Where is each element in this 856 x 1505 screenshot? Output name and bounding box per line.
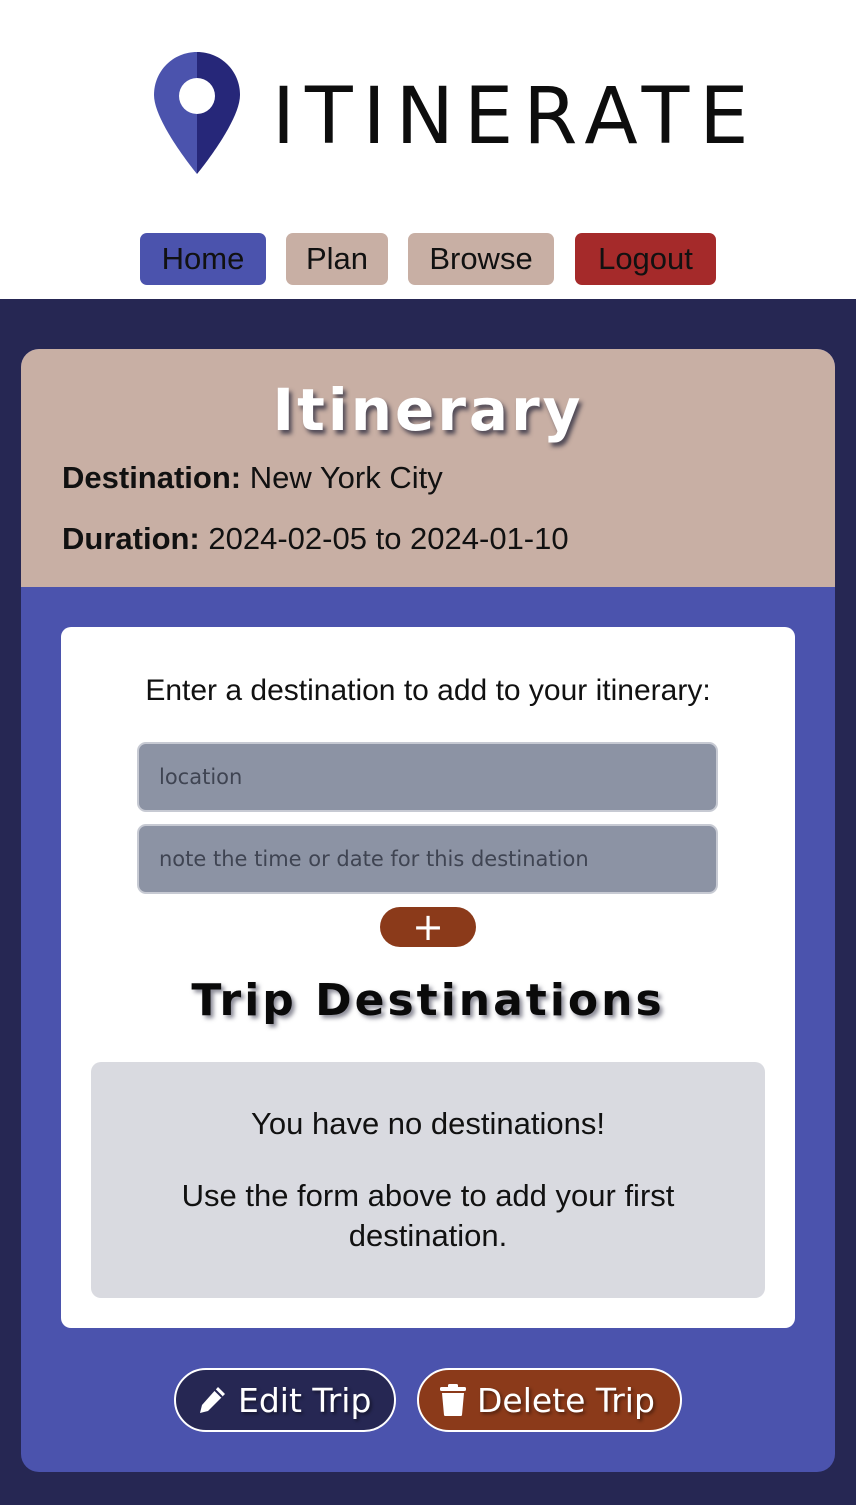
add-destination-button[interactable]: +: [380, 907, 476, 947]
itinerary-title: Itinerary: [272, 376, 584, 444]
empty-state-hint: Use the form above to add your first des…: [181, 1178, 675, 1253]
empty-state: You have no destinations! Use the form a…: [91, 1062, 765, 1298]
destination-line: Destination: New York City: [62, 458, 443, 498]
itinerary-card: Itinerary Destination: New York City Dur…: [21, 349, 835, 1472]
brand-name: ITINERATE: [272, 72, 759, 162]
pencil-icon: [200, 1387, 225, 1413]
location-input[interactable]: [137, 742, 718, 812]
empty-state-title: You have no destinations!: [251, 1106, 605, 1141]
nav-plan-button[interactable]: Plan: [286, 233, 388, 285]
note-input[interactable]: [137, 824, 718, 894]
site-header: ITINERATE Home Plan Browse Logout: [0, 0, 856, 299]
delete-trip-button[interactable]: Delete Trip: [417, 1368, 682, 1432]
map-pin-icon: [154, 52, 240, 174]
trash-icon: [440, 1384, 466, 1416]
trip-destinations-heading: Trip Destinations: [191, 975, 665, 1026]
nav-home-button[interactable]: Home: [140, 233, 266, 285]
itinerary-header: Itinerary Destination: New York City Dur…: [21, 349, 835, 587]
duration-value: 2024-02-05 to 2024-01-10: [208, 521, 569, 556]
duration-line: Duration: 2024-02-05 to 2024-01-10: [62, 519, 569, 559]
delete-trip-label: Delete Trip: [477, 1380, 655, 1420]
edit-trip-label: Edit Trip: [238, 1380, 372, 1420]
duration-label: Duration:: [62, 521, 200, 556]
nav-logout-button[interactable]: Logout: [575, 233, 716, 285]
form-prompt: Enter a destination to add to your itine…: [145, 674, 711, 707]
destination-panel: Enter a destination to add to your itine…: [61, 627, 795, 1328]
destination-label: Destination:: [62, 460, 242, 495]
edit-trip-button[interactable]: Edit Trip: [174, 1368, 396, 1432]
nav-browse-button[interactable]: Browse: [408, 233, 554, 285]
destination-value: New York City: [249, 460, 443, 495]
